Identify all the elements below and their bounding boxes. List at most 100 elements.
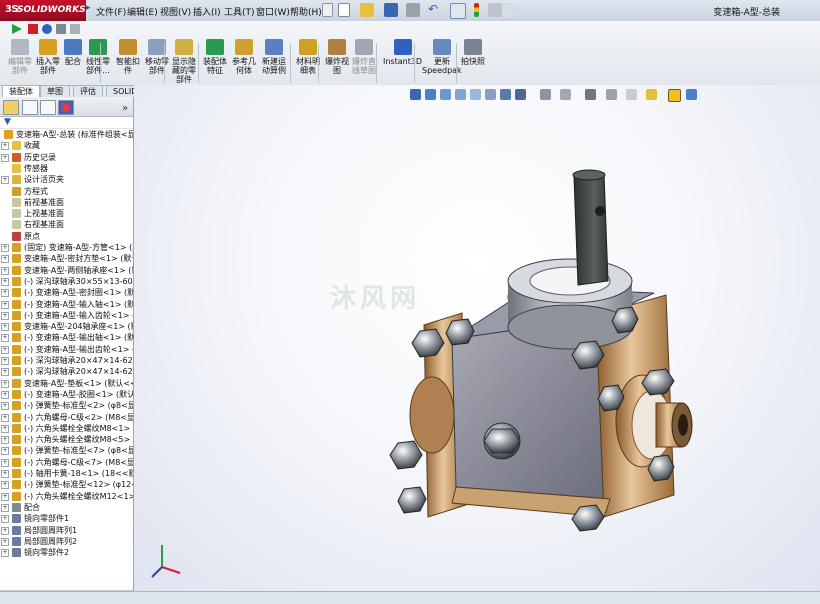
- tree-item[interactable]: + (-) 变速箱-A型-输入齿轮<1> (: [0, 310, 133, 321]
- tree-item[interactable]: + 镜向零部件2: [0, 547, 133, 558]
- tree-item[interactable]: + 收藏: [0, 140, 133, 151]
- new-document-icon[interactable]: [338, 3, 350, 17]
- tree-item[interactable]: + (-) 深沟球轴承20×47×14-620: [0, 366, 133, 377]
- tab-evaluate[interactable]: 评估: [73, 85, 103, 97]
- tool-motion-study-button[interactable]: 新建运 动算例: [262, 39, 286, 75]
- tree-item[interactable]: + 变速箱-A型-密封方垫<1> (默认: [0, 253, 133, 264]
- expand-toggle-icon[interactable]: +: [1, 537, 9, 546]
- tool-smart-fastener-button[interactable]: 智能扣 件: [116, 39, 140, 75]
- expand-toggle-icon[interactable]: +: [1, 277, 9, 286]
- tree-item[interactable]: + 局部圆周阵列2: [0, 536, 133, 547]
- tree-item[interactable]: + (-) 深沟球轴承30×55×13-6006: [0, 276, 133, 287]
- apply-scene-icon[interactable]: [585, 89, 596, 100]
- expand-toggle-icon[interactable]: +: [1, 289, 9, 298]
- ambient-occlusion-icon[interactable]: [686, 89, 697, 100]
- tree-item[interactable]: + (-) 变速箱-A型-密封圈<1> (默: [0, 287, 133, 298]
- gearbox-model[interactable]: [134, 85, 820, 591]
- tool-linear-pattern-button[interactable]: 线性零 部件...: [86, 39, 110, 75]
- expand-toggle-icon[interactable]: +: [1, 244, 9, 252]
- tool-insert-component-button[interactable]: 插入零 部件: [36, 39, 60, 75]
- tree-item[interactable]: 变速箱-A型-总装 (标准件组装<显: [0, 129, 133, 140]
- tree-item[interactable]: + 变速箱-A型-两侧轴承座<1> (默: [0, 265, 133, 276]
- pin-icon[interactable]: [322, 3, 333, 17]
- expand-toggle-icon[interactable]: +: [1, 515, 9, 524]
- filter-icon[interactable]: ▼: [4, 117, 11, 127]
- expand-toggle-icon[interactable]: +: [1, 390, 9, 399]
- undo-icon[interactable]: ↶: [428, 3, 442, 17]
- expand-toggle-icon[interactable]: +: [1, 311, 9, 320]
- tab-assembly[interactable]: 装配体: [2, 85, 40, 97]
- rotate-icon[interactable]: [626, 89, 637, 100]
- tool-move-component-button[interactable]: 移动零 部件: [145, 39, 169, 75]
- tree-item[interactable]: + (-) 深沟球轴承20×47×14-620: [0, 355, 133, 366]
- save-icon[interactable]: [384, 3, 398, 17]
- previous-view-icon[interactable]: [440, 89, 451, 100]
- stop-icon[interactable]: [28, 24, 38, 34]
- tree-item[interactable]: + (-) 六角螺母-C级<2> (M8<显: [0, 412, 133, 423]
- dynamic-annotation-icon[interactable]: [485, 89, 496, 100]
- tool-reference-geometry-button[interactable]: 参考几 何体: [232, 39, 256, 75]
- tool-exploded-view-button[interactable]: 爆炸视 图: [325, 39, 349, 75]
- expand-toggle-icon[interactable]: +: [1, 436, 9, 445]
- tree-item[interactable]: 传感器: [0, 163, 133, 174]
- hide-show-items-icon[interactable]: [540, 89, 551, 100]
- expand-toggle-icon[interactable]: +: [1, 526, 9, 535]
- tab-sketch[interactable]: 草图: [40, 85, 70, 97]
- tree-item[interactable]: + (-) 六角螺母-C级<7> (M8<显: [0, 457, 133, 468]
- expand-toggle-icon[interactable]: +: [1, 357, 9, 365]
- tool-show-hidden-button[interactable]: 显示隐 藏的零 部件: [172, 39, 196, 84]
- tree-item[interactable]: + 镜向零部件1: [0, 513, 133, 524]
- tree-item[interactable]: + (-) 变速箱-A型-胶圈<1> (默认: [0, 389, 133, 400]
- expand-toggle-icon[interactable]: +: [1, 300, 9, 309]
- options-icon[interactable]: [502, 3, 516, 17]
- print-icon[interactable]: [406, 3, 420, 17]
- menu-tools[interactable]: 工具(T): [224, 5, 255, 18]
- expand-toggle-icon[interactable]: +: [1, 142, 9, 151]
- tree-item[interactable]: + (-) 变速箱-A型-输出齿轮<1> (: [0, 344, 133, 355]
- expand-toggle-icon[interactable]: +: [1, 334, 9, 343]
- expand-toggle-icon[interactable]: +: [1, 549, 9, 558]
- tool-instant3d-button[interactable]: Instant3D: [383, 39, 422, 66]
- macro-icon[interactable]: [70, 24, 80, 34]
- realview-icon[interactable]: [646, 89, 657, 100]
- tree-item[interactable]: + (-) 六角头螺栓全螺纹M8<1> (: [0, 423, 133, 434]
- select-arrow-icon[interactable]: [450, 3, 466, 19]
- view-settings-icon[interactable]: [606, 89, 617, 100]
- tree-item[interactable]: + 变速箱-A型-204轴承座<1> (默: [0, 321, 133, 332]
- expand-toggle-icon[interactable]: +: [1, 503, 9, 512]
- tool-explode-line-button[interactable]: 爆炸直 线草图: [352, 39, 376, 75]
- edit-appearance-icon[interactable]: [560, 89, 571, 100]
- expand-toggle-icon[interactable]: +: [1, 413, 9, 422]
- menu-file[interactable]: 文件(F): [96, 5, 126, 18]
- menu-view[interactable]: 视图(V): [160, 5, 191, 18]
- expand-toggle-icon[interactable]: +: [1, 255, 9, 264]
- display-manager-tab-icon[interactable]: [58, 100, 74, 115]
- tool-mate-button[interactable]: 配合: [64, 39, 82, 66]
- tree-item[interactable]: + (-) 六角头螺栓全螺纹M8<5> (: [0, 434, 133, 445]
- tool-assembly-feature-button[interactable]: 装配体 特征: [203, 39, 227, 75]
- menu-help[interactable]: 帮助(H): [290, 5, 322, 18]
- pause-icon[interactable]: [56, 24, 66, 34]
- tree-item[interactable]: + 历史记录: [0, 152, 133, 163]
- display-style-icon[interactable]: [515, 89, 526, 100]
- expand-toggle-icon[interactable]: +: [1, 424, 9, 433]
- tree-item[interactable]: + 配合: [0, 502, 133, 513]
- expand-toggle-icon[interactable]: +: [1, 345, 9, 354]
- tool-snapshot-button[interactable]: 拍快照: [461, 39, 485, 66]
- expand-toggle-icon[interactable]: +: [1, 323, 9, 332]
- record-icon[interactable]: [42, 24, 52, 34]
- rebuild-icon[interactable]: [474, 3, 479, 17]
- section-view-icon[interactable]: [470, 89, 481, 100]
- tree-item[interactable]: 前视基准面: [0, 197, 133, 208]
- tree-item[interactable]: + 局部圆周阵列1: [0, 525, 133, 536]
- tree-item[interactable]: + (-) 弹簧垫-标准型<7> (φ8<显: [0, 445, 133, 456]
- expand-toggle-icon[interactable]: +: [1, 176, 9, 185]
- tree-item[interactable]: + (-) 变速箱-A型-输入轴<1> (默: [0, 299, 133, 310]
- graphics-area[interactable]: [134, 85, 820, 591]
- tree-item[interactable]: 原点: [0, 231, 133, 242]
- tree-item[interactable]: + (固定) 变速箱-A型-方管<1> (默: [0, 242, 133, 253]
- shadows-icon[interactable]: [668, 89, 681, 102]
- expand-toggle-icon[interactable]: +: [1, 153, 9, 162]
- expand-toggle-icon[interactable]: +: [1, 470, 9, 478]
- view-orientation-icon[interactable]: [500, 89, 511, 100]
